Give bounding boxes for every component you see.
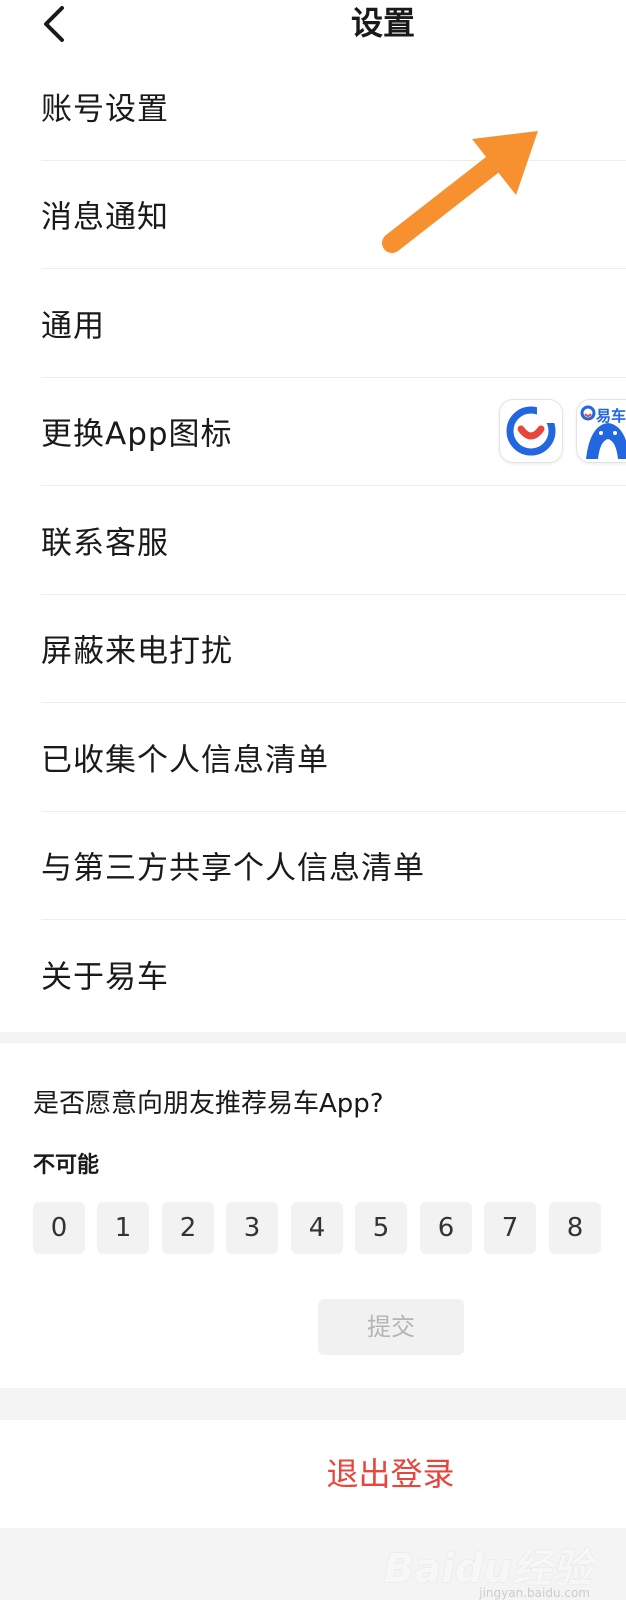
settings-item-collected-info[interactable]: 已收集个人信息清单 bbox=[41, 703, 626, 812]
app-icon-brand-text: 易车 bbox=[596, 407, 626, 426]
settings-item-label: 屏蔽来电打扰 bbox=[41, 633, 233, 670]
settings-item-notifications[interactable]: 消息通知 bbox=[41, 161, 626, 269]
settings-item-account[interactable]: 账号设置 bbox=[41, 52, 626, 161]
app-icon-default[interactable] bbox=[499, 399, 563, 464]
score-button-6[interactable]: 6 bbox=[420, 1202, 472, 1254]
watermark-url: jingyan.baidu.com bbox=[479, 1586, 590, 1600]
score-button-8[interactable]: 8 bbox=[549, 1202, 601, 1254]
settings-item-label: 通用 bbox=[41, 308, 105, 345]
app-logo-icon bbox=[506, 405, 556, 456]
settings-item-label: 联系客服 bbox=[41, 525, 169, 562]
settings-item-label: 已收集个人信息清单 bbox=[41, 742, 329, 779]
logout-button[interactable]: 退出登录 bbox=[0, 1420, 626, 1528]
settings-item-label: 账号设置 bbox=[41, 91, 169, 128]
settings-item-label: 更换App图标 bbox=[41, 416, 233, 453]
settings-item-label: 关于易车 bbox=[41, 959, 169, 996]
settings-item-general[interactable]: 通用 bbox=[41, 269, 626, 378]
header-bar: 设置 bbox=[0, 0, 626, 52]
score-button-7[interactable]: 7 bbox=[484, 1202, 536, 1254]
score-button-5[interactable]: 5 bbox=[355, 1202, 407, 1254]
submit-button[interactable]: 提交 bbox=[318, 1299, 464, 1355]
settings-list: 账号设置 消息通知 通用 更换App图标 易车 联系客服 屏蔽来电打扰 已收集个… bbox=[0, 52, 626, 1032]
score-button-1[interactable]: 1 bbox=[97, 1202, 149, 1254]
settings-item-shared-info[interactable]: 与第三方共享个人信息清单 bbox=[41, 812, 626, 920]
score-selector: 0 1 2 3 4 5 6 7 8 bbox=[33, 1202, 626, 1257]
settings-item-customer-service[interactable]: 联系客服 bbox=[41, 486, 626, 595]
settings-item-change-app-icon[interactable]: 更换App图标 易车 bbox=[41, 378, 626, 486]
settings-item-about[interactable]: 关于易车 bbox=[41, 920, 626, 1028]
page-title: 设置 bbox=[350, 4, 415, 42]
app-icon-shark[interactable]: 易车 bbox=[576, 399, 626, 464]
settings-item-label: 与第三方共享个人信息清单 bbox=[41, 850, 425, 887]
settings-item-label: 消息通知 bbox=[41, 199, 169, 236]
settings-item-block-calls[interactable]: 屏蔽来电打扰 bbox=[41, 595, 626, 703]
recommend-survey: 是否愿意向朋友推荐易车App? 不可能 0 1 2 3 4 5 6 7 8 提交 bbox=[0, 1043, 626, 1388]
survey-question: 是否愿意向朋友推荐易车App? bbox=[33, 1089, 384, 1119]
survey-low-label: 不可能 bbox=[33, 1153, 100, 1178]
score-button-2[interactable]: 2 bbox=[162, 1202, 214, 1254]
logout-section: 退出登录 bbox=[0, 1420, 626, 1528]
score-button-0[interactable]: 0 bbox=[33, 1202, 85, 1254]
score-button-4[interactable]: 4 bbox=[291, 1202, 343, 1254]
score-button-3[interactable]: 3 bbox=[226, 1202, 278, 1254]
